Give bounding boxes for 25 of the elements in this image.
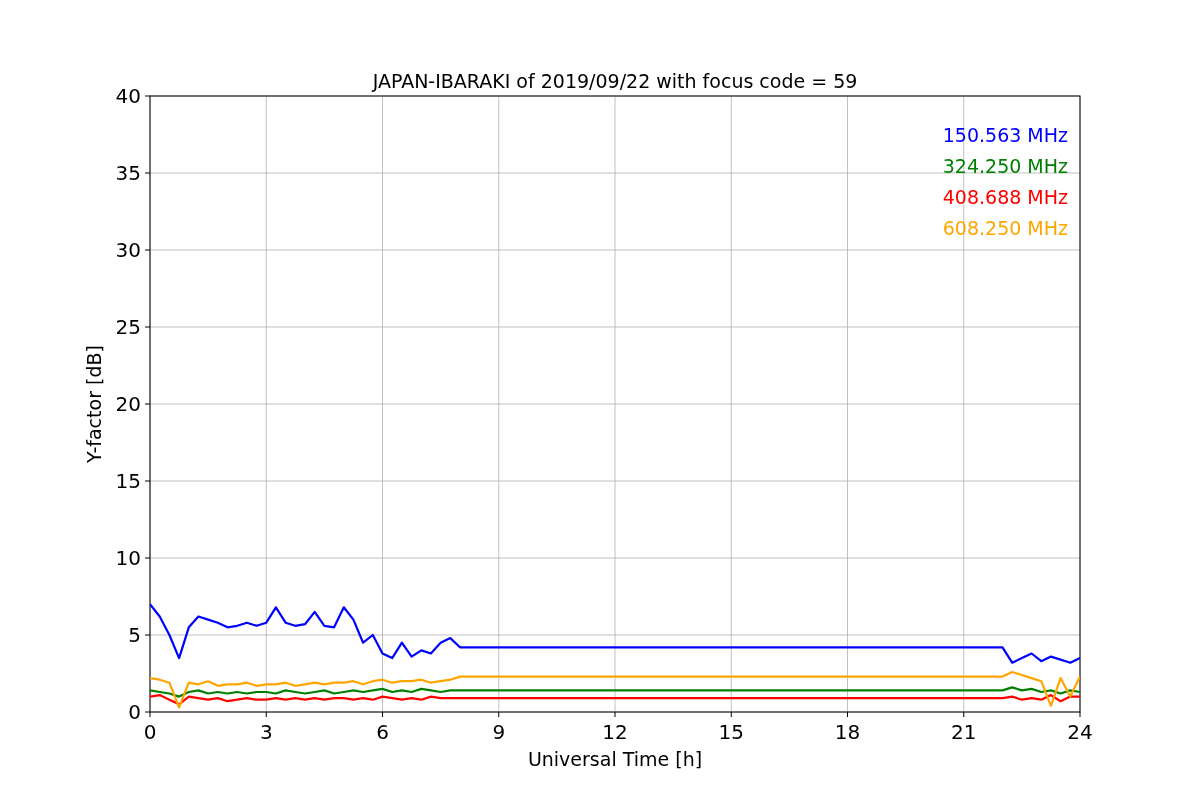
y-tick-label: 25 [115, 315, 141, 339]
legend-label: 608.250 MHz [942, 217, 1068, 239]
y-tick-label: 20 [115, 392, 141, 416]
chart-title: JAPAN-IBARAKI of 2019/09/22 with focus code = 59 [372, 70, 858, 92]
legend-label: 408.688 MHz [942, 186, 1068, 208]
x-tick-label: 18 [834, 720, 861, 744]
x-tick-label: 21 [951, 720, 977, 744]
x-tick-label: 0 [143, 720, 157, 744]
x-tick-label: 6 [376, 720, 389, 744]
y-tick-label: 35 [115, 161, 141, 185]
y-axis-label: Y-factor [dB] [83, 345, 105, 463]
y-tick-label: 30 [115, 238, 141, 262]
x-tick-label: 9 [492, 720, 506, 744]
y-tick-label: 40 [115, 84, 141, 108]
y-tick-label: 15 [115, 469, 141, 493]
x-tick-label: 15 [718, 720, 744, 744]
x-tick-label: 24 [1067, 720, 1093, 744]
legend-label: 150.563 MHz [942, 124, 1068, 146]
legend-label: 324.250 MHz [942, 155, 1068, 177]
x-tick-label: 12 [602, 720, 628, 744]
y-tick-label: 10 [115, 546, 141, 570]
x-tick-label: 3 [259, 720, 273, 744]
y-tick-label: 0 [128, 700, 141, 724]
x-axis-label: Universal Time [h] [527, 748, 703, 770]
y-tick-label: 5 [128, 623, 141, 647]
